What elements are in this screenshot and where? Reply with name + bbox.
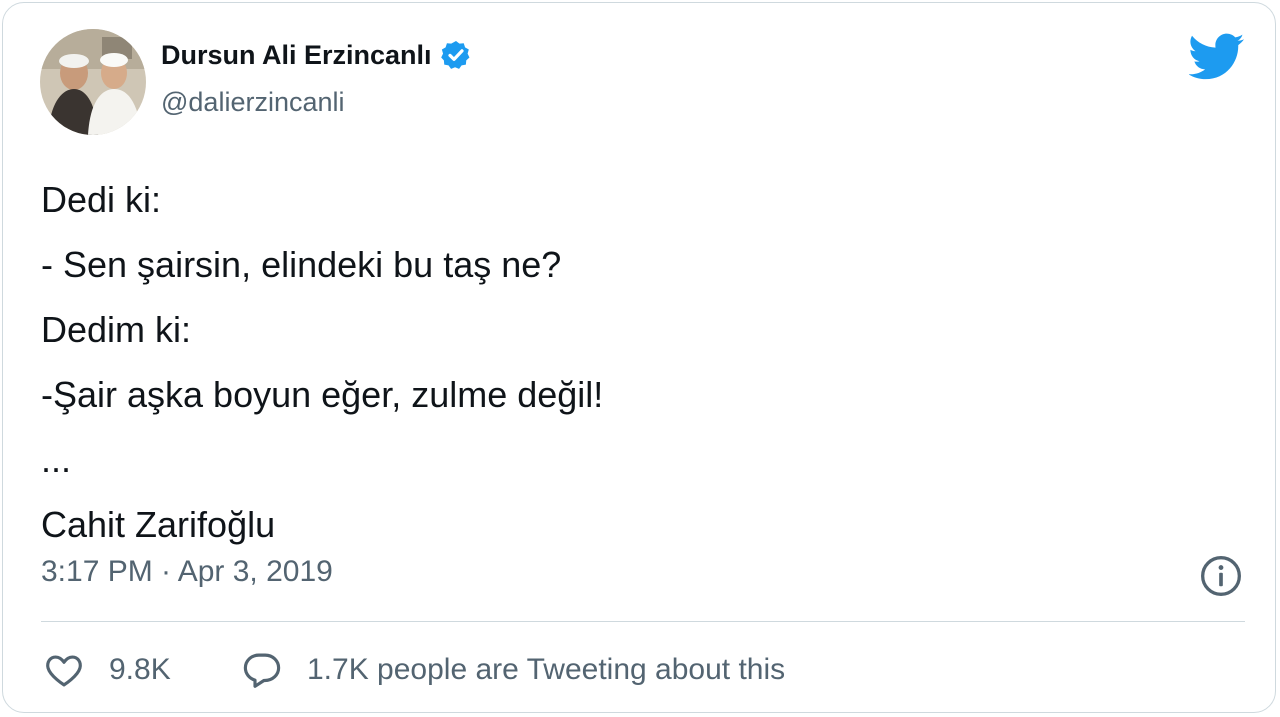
twitter-bird-icon[interactable] [1189, 33, 1245, 81]
info-icon[interactable] [1199, 554, 1243, 598]
tweet-card: Dursun Ali Erzincanlı @dalierzincanli De… [2, 2, 1276, 713]
divider [41, 621, 1245, 622]
verified-badge-icon [440, 41, 470, 69]
avatar[interactable] [40, 29, 146, 135]
author-name-row[interactable]: Dursun Ali Erzincanlı [161, 39, 472, 71]
speech-bubble-icon [243, 653, 281, 688]
tweet-text-line: Cahit Zarifoğlu [41, 504, 276, 545]
tweet-text-line: Dedim ki: [41, 309, 192, 350]
engagement-text: 1.7K people are Tweeting about this [307, 653, 786, 686]
author-handle[interactable]: @dalierzincanli [161, 87, 345, 118]
tweet-timestamp[interactable]: 3:17 PM · Apr 3, 2019 [41, 555, 333, 589]
tweet-text-line: -Şair aşka boyun eğer, zulme değil! [41, 374, 604, 415]
tweet-text-line: ... [41, 439, 72, 480]
author-name[interactable]: Dursun Ali Erzincanlı [161, 40, 432, 71]
tweet-text-line: - Sen şairsin, elindeki bu taş ne? [41, 244, 562, 285]
like-count: 9.8K [109, 653, 171, 686]
heart-icon [46, 655, 82, 687]
tweet-text: Dedi ki: - Sen şairsin, elindeki bu taş … [41, 167, 603, 557]
like-button[interactable]: 9.8K [43, 648, 171, 692]
tweet-text-line: Dedi ki: [41, 179, 162, 220]
reply-button[interactable]: 1.7K people are Tweeting about this [241, 648, 785, 692]
